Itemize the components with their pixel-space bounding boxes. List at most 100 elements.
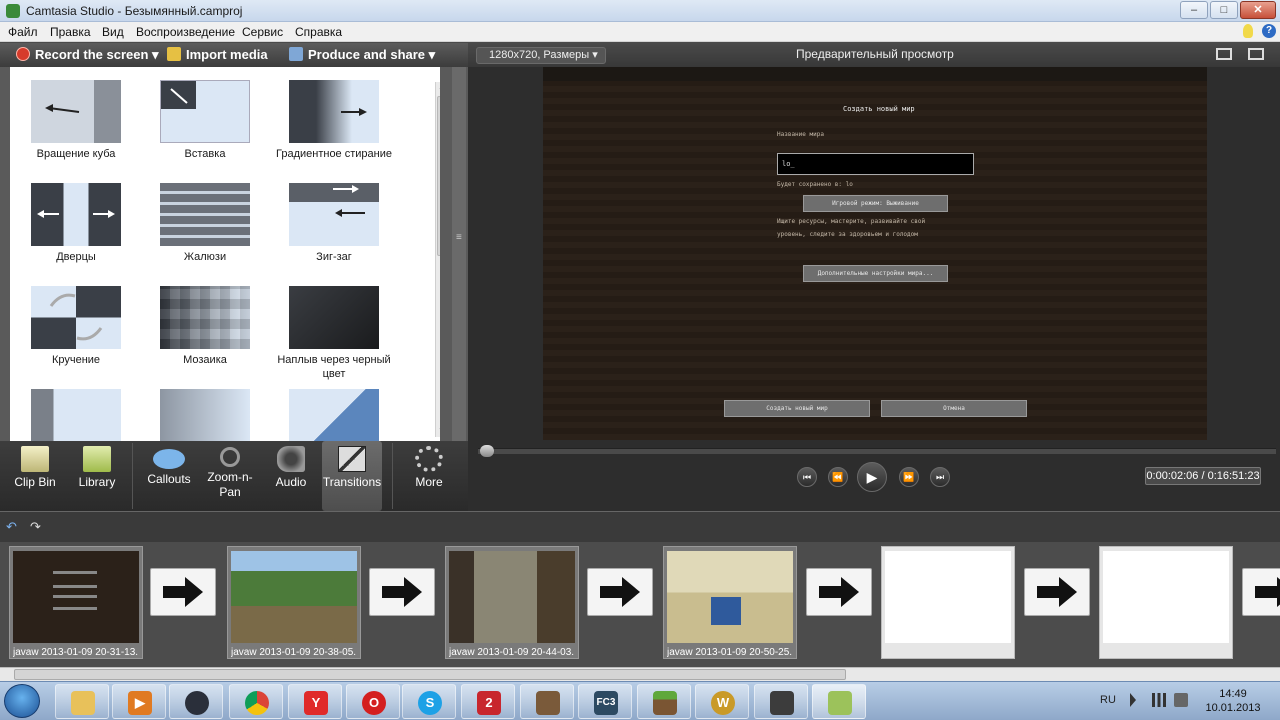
zoom-pan-tool[interactable]: Zoom-n-Pan — [199, 441, 261, 511]
stairs-thumbnail — [289, 389, 379, 441]
timeline-clip[interactable]: javaw 2013-01-09 20-50-25... — [663, 546, 797, 659]
transition-tile-gradient-wipe[interactable]: Градиентное стирание — [269, 80, 399, 161]
menu-tools[interactable]: Сервис — [242, 25, 283, 39]
taskbar-game[interactable] — [520, 684, 574, 719]
menu-help[interactable]: Справка — [295, 25, 342, 39]
redo-icon[interactable]: ↷ — [30, 520, 46, 534]
fade-through-black-thumbnail — [289, 286, 379, 349]
taskbar-camtasia-recorder[interactable] — [754, 684, 808, 719]
opera-icon: O — [362, 691, 386, 715]
screen-heading: Создать новый мир — [843, 105, 915, 113]
screen-save-note: Будет сохранено в: lo — [777, 181, 853, 188]
transitions-label: Transitions — [322, 475, 382, 489]
scroll-down-icon[interactable]: ▼ — [437, 426, 440, 436]
tray-arrow-icon[interactable] — [1130, 693, 1136, 707]
scroll-up-icon[interactable]: ▲ — [437, 82, 440, 92]
seek-bar[interactable] — [478, 445, 1276, 457]
audio-tool[interactable]: Audio — [260, 441, 322, 511]
transition-slot[interactable] — [369, 568, 435, 616]
size-select-value: 1280x720, Размеры — [489, 49, 590, 61]
scrollbar-thumb[interactable] — [437, 96, 440, 256]
start-button[interactable] — [4, 684, 40, 718]
transition-tile-spin[interactable]: Кручение — [11, 286, 141, 367]
taskbar-opera[interactable]: O — [346, 684, 400, 719]
taskbar-fc3[interactable]: FC3 — [578, 684, 632, 719]
arrow-right-icon — [382, 577, 422, 607]
menu-playback[interactable]: Воспроизведение — [136, 25, 235, 39]
transition-tile-doors[interactable]: Дверцы — [11, 183, 141, 264]
taskbar-chrome[interactable] — [229, 684, 283, 719]
clip-thumbnail — [449, 551, 575, 643]
transition-slot[interactable] — [1242, 568, 1280, 616]
transition-slot[interactable] — [806, 568, 872, 616]
play-button[interactable]: ▶ — [857, 462, 887, 492]
maximize-button[interactable]: □ — [1210, 1, 1238, 19]
media-player-icon: ▶ — [128, 691, 152, 715]
taskbar-minecraft[interactable] — [637, 684, 691, 719]
menu-edit[interactable]: Правка — [50, 25, 91, 39]
close-button[interactable]: ✕ — [1240, 1, 1276, 19]
taskbar-steam[interactable] — [169, 684, 223, 719]
more-tool[interactable]: More — [398, 441, 460, 511]
transition-tile-cube-rotate[interactable]: Вращение куба — [11, 80, 141, 161]
fullscreen-icon[interactable] — [1216, 48, 1232, 60]
clip-bin-label: Clip Bin — [14, 475, 56, 489]
timeline-clip[interactable]: javaw 2013-01-09 20-44-03... — [445, 546, 579, 659]
more-label: More — [415, 475, 443, 489]
library-tool[interactable]: Library — [66, 441, 128, 511]
rewind-button[interactable]: ⏪ — [828, 467, 848, 487]
transition-tile-insert[interactable]: Вставка — [140, 80, 270, 161]
taskbar-camtasia-studio[interactable] — [812, 684, 866, 719]
panel-splitter[interactable]: ≡ — [452, 67, 466, 441]
transition-tile-zigzag[interactable]: Зиг-заг — [269, 183, 399, 264]
transition-tile-partial-3[interactable] — [269, 389, 399, 441]
transition-slot[interactable] — [150, 568, 216, 616]
menu-file[interactable]: Файл — [8, 25, 38, 39]
import-media-button[interactable]: Import media — [167, 47, 268, 63]
transitions-scrollbar[interactable]: ▲ ▼ — [435, 82, 440, 437]
language-indicator[interactable]: RU — [1100, 694, 1116, 706]
clock[interactable]: 14:49 10.01.2013 — [1200, 687, 1266, 715]
timeline-clip-blank[interactable] — [1099, 546, 1233, 659]
taskbar-skype[interactable]: S — [402, 684, 456, 719]
library-icon — [83, 446, 111, 472]
timeline-scrollbar[interactable] — [0, 667, 1280, 681]
menu-view[interactable]: Вид — [102, 25, 124, 39]
skip-forward-button[interactable]: ⏭ — [930, 467, 950, 487]
record-icon — [16, 47, 30, 61]
record-screen-button[interactable]: Record the screen ▾ — [16, 47, 159, 63]
playhead[interactable] — [480, 445, 494, 457]
transition-tile-mosaic[interactable]: Мозаика — [140, 286, 270, 367]
video-canvas[interactable]: Создать новый мир Название мира lo_ Буде… — [543, 67, 1207, 440]
help-icon[interactable]: ? — [1262, 24, 1276, 38]
transition-slot[interactable] — [587, 568, 653, 616]
volume-icon[interactable] — [1174, 693, 1188, 707]
transition-slot[interactable] — [1024, 568, 1090, 616]
timeline-clip[interactable]: javaw 2013-01-09 20-38-05... — [227, 546, 361, 659]
taskbar-wow[interactable]: W — [695, 684, 749, 719]
undo-icon[interactable]: ↶ — [6, 520, 22, 534]
minimize-button[interactable]: – — [1180, 1, 1208, 19]
transition-tile-partial-1[interactable] — [11, 389, 141, 441]
transition-tile-fade-black[interactable]: Наплыв через черный цвет — [269, 286, 399, 381]
taskbar-explorer[interactable] — [55, 684, 109, 719]
taskbar-media-player[interactable]: ▶ — [112, 684, 166, 719]
preview-size-select[interactable]: 1280x720, Размеры ▾ — [476, 47, 606, 64]
clip-bin-tool[interactable]: Clip Bin — [4, 441, 66, 511]
timeline-scroll-thumb[interactable] — [14, 669, 846, 680]
taskbar-yandex[interactable]: Y — [288, 684, 342, 719]
callouts-tool[interactable]: Callouts — [138, 441, 200, 511]
produce-share-button[interactable]: Produce and share ▾ — [289, 47, 435, 63]
lightbulb-icon[interactable] — [1243, 24, 1253, 38]
library-label: Library — [78, 475, 116, 489]
fast-forward-button[interactable]: ⏩ — [899, 467, 919, 487]
detach-icon[interactable] — [1248, 48, 1264, 60]
transitions-tool[interactable]: Transitions — [322, 441, 382, 511]
transition-tile-blinds[interactable]: Жалюзи — [140, 183, 270, 264]
timeline-clip[interactable]: javaw 2013-01-09 20-31-13... — [9, 546, 143, 659]
taskbar-2gis[interactable]: 2 — [461, 684, 515, 719]
network-icon[interactable] — [1152, 693, 1166, 707]
transition-tile-partial-2[interactable] — [140, 389, 270, 441]
timeline-clip-blank[interactable] — [881, 546, 1015, 659]
skip-back-button[interactable]: ⏮ — [797, 467, 817, 487]
